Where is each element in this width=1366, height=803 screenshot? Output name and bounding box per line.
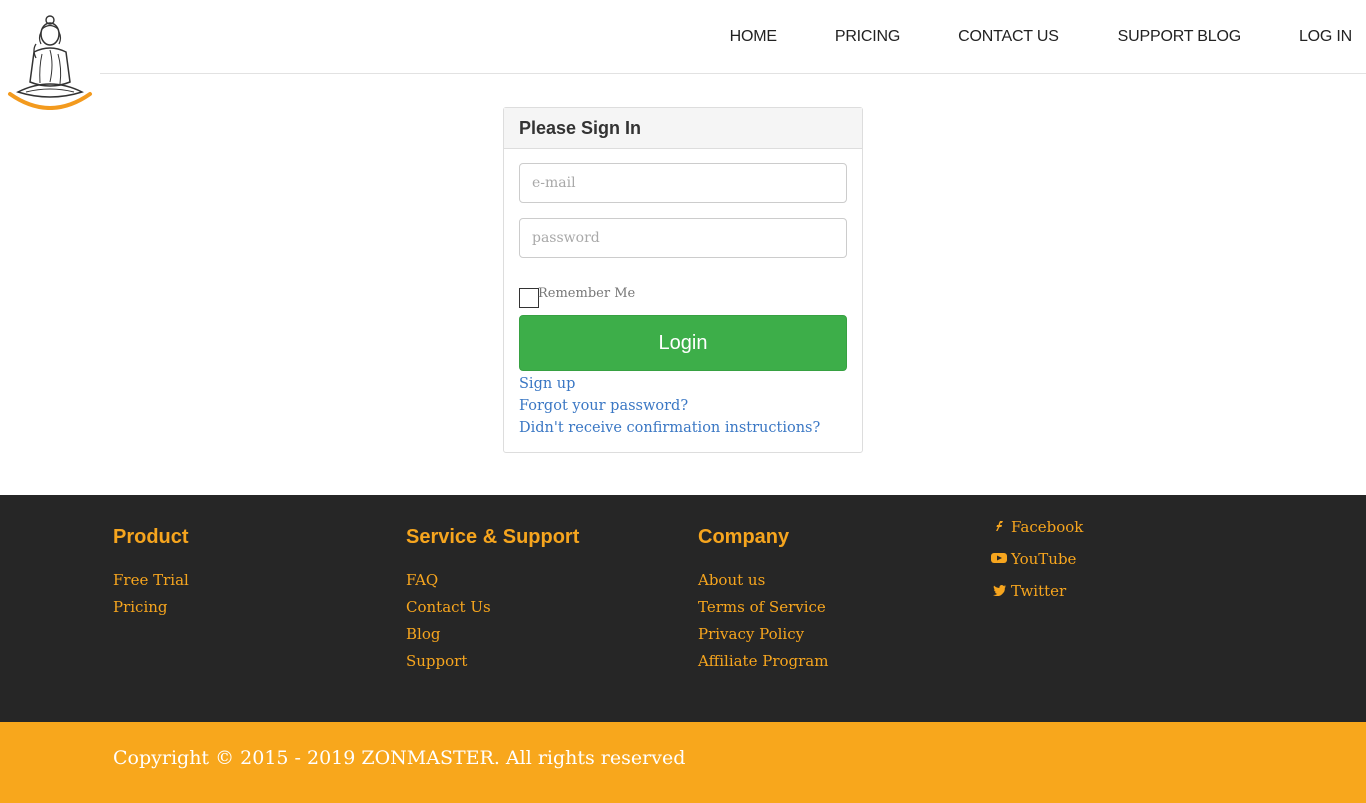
facebook-label: Facebook [1011,518,1084,536]
signin-title: Please Sign In [504,108,862,149]
facebook-icon [990,511,1008,543]
nav-contact-us[interactable]: CONTACT US [958,27,1059,47]
footer-link-affiliate[interactable]: Affiliate Program [698,645,828,677]
youtube-label: YouTube [1011,550,1077,568]
youtube-icon [990,543,1008,575]
nav-log-in[interactable]: LOG IN [1299,27,1352,47]
copyright-bar: Copyright © 2015 - 2019 ZONMASTER. All r… [0,722,1366,803]
header-divider [100,73,1366,74]
twitter-icon [990,575,1008,607]
email-field[interactable] [519,163,847,203]
site-footer: Product Free Trial Pricing Service & Sup… [0,495,1366,722]
remember-me-checkbox[interactable] [519,288,539,308]
footer-product-column: Product Free Trial Pricing [113,523,189,623]
copyright-text: Copyright © 2015 - 2019 ZONMASTER. All r… [113,747,686,769]
social-twitter-link[interactable]: Twitter [990,575,1083,607]
site-header: HOME PRICING CONTACT US SUPPORT BLOG LOG… [0,0,1366,110]
confirmation-instructions-link[interactable]: Didn't receive confirmation instructions… [519,417,820,439]
remember-me-label[interactable]: Remember Me [538,286,635,302]
buddha-logo-icon[interactable] [6,12,94,110]
nav-pricing[interactable]: PRICING [835,27,900,47]
signup-link[interactable]: Sign up [519,373,820,395]
social-facebook-link[interactable]: Facebook [990,511,1083,543]
forgot-password-link[interactable]: Forgot your password? [519,395,820,417]
twitter-label: Twitter [1011,582,1067,600]
footer-social-links: Facebook YouTube Twitter [990,511,1083,607]
signin-panel: Please Sign In Remember Me Login Sign up… [503,107,863,453]
footer-support-heading: Service & Support [406,526,580,548]
footer-support-column: Service & Support FAQ Contact Us Blog Su… [406,523,579,677]
nav-support-blog[interactable]: SUPPORT BLOG [1118,27,1241,47]
footer-link-support[interactable]: Support [406,645,579,677]
main-nav: HOME PRICING CONTACT US SUPPORT BLOG LOG… [730,27,1366,47]
footer-company-heading: Company [698,526,790,548]
social-youtube-link[interactable]: YouTube [990,543,1083,575]
footer-product-heading: Product [113,526,189,548]
remember-me-row: Remember Me [519,286,635,308]
footer-company-column: Company About us Terms of Service Privac… [698,523,828,677]
password-field[interactable] [519,218,847,258]
nav-home[interactable]: HOME [730,27,777,47]
signin-links: Sign up Forgot your password? Didn't rec… [519,373,820,439]
login-button[interactable]: Login [519,315,847,371]
